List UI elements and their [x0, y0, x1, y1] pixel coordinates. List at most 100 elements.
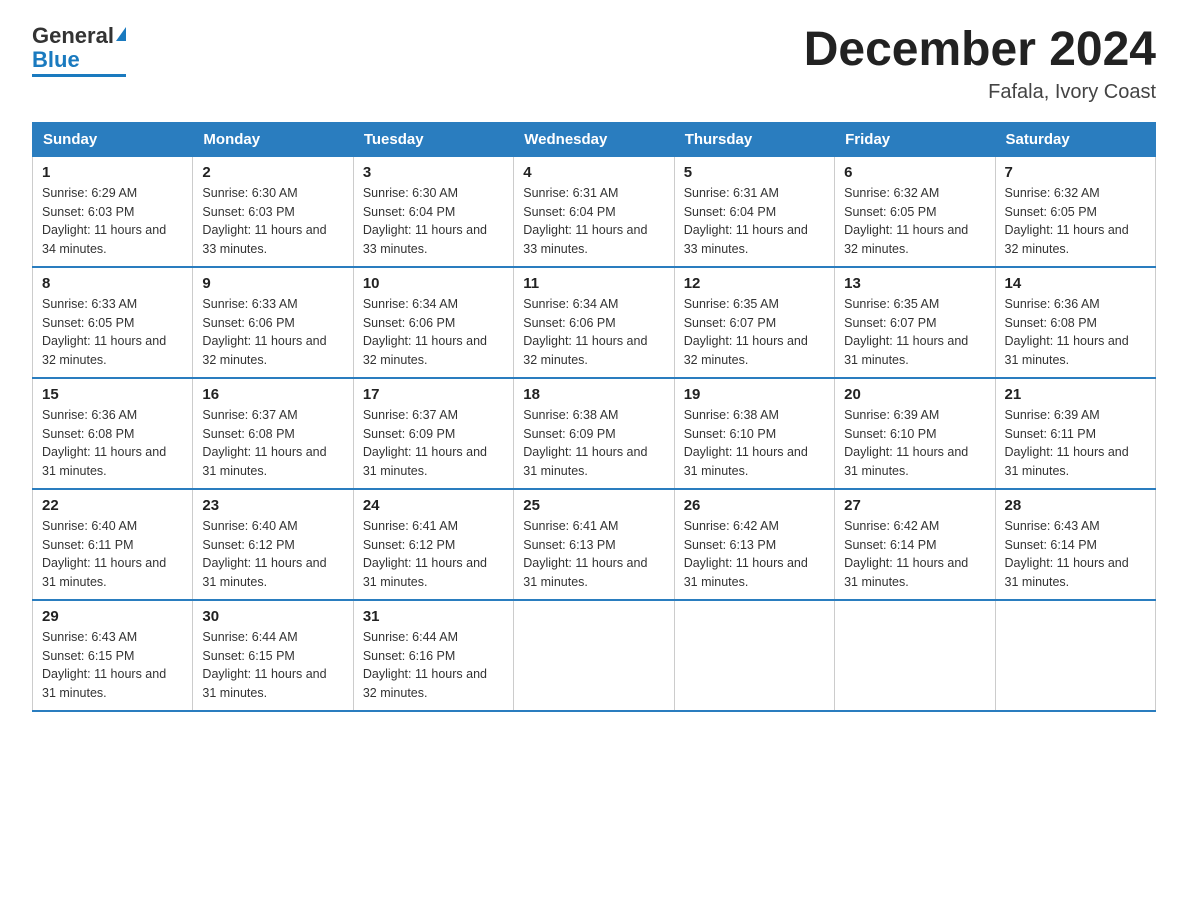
week-row-1: 1 Sunrise: 6:29 AMSunset: 6:03 PMDayligh… — [33, 156, 1156, 267]
day-number: 13 — [844, 275, 985, 292]
day-info: Sunrise: 6:39 AMSunset: 6:10 PMDaylight:… — [844, 406, 985, 481]
calendar-cell: 9 Sunrise: 6:33 AMSunset: 6:06 PMDayligh… — [193, 267, 353, 378]
calendar-header-row: Sunday Monday Tuesday Wednesday Thursday… — [33, 122, 1156, 156]
day-number: 21 — [1005, 386, 1146, 403]
day-number: 2 — [202, 164, 343, 181]
calendar-cell: 24 Sunrise: 6:41 AMSunset: 6:12 PMDaylig… — [353, 489, 513, 600]
day-info: Sunrise: 6:44 AMSunset: 6:16 PMDaylight:… — [363, 628, 504, 703]
day-number: 12 — [684, 275, 825, 292]
day-info: Sunrise: 6:31 AMSunset: 6:04 PMDaylight:… — [684, 184, 825, 259]
calendar-table: Sunday Monday Tuesday Wednesday Thursday… — [32, 122, 1156, 712]
calendar-cell: 3 Sunrise: 6:30 AMSunset: 6:04 PMDayligh… — [353, 156, 513, 267]
calendar-cell: 8 Sunrise: 6:33 AMSunset: 6:05 PMDayligh… — [33, 267, 193, 378]
day-info: Sunrise: 6:42 AMSunset: 6:13 PMDaylight:… — [684, 517, 825, 592]
day-info: Sunrise: 6:30 AMSunset: 6:03 PMDaylight:… — [202, 184, 343, 259]
day-info: Sunrise: 6:32 AMSunset: 6:05 PMDaylight:… — [1005, 184, 1146, 259]
calendar-cell: 30 Sunrise: 6:44 AMSunset: 6:15 PMDaylig… — [193, 600, 353, 711]
calendar-cell: 27 Sunrise: 6:42 AMSunset: 6:14 PMDaylig… — [835, 489, 995, 600]
week-row-2: 8 Sunrise: 6:33 AMSunset: 6:05 PMDayligh… — [33, 267, 1156, 378]
day-number: 17 — [363, 386, 504, 403]
day-info: Sunrise: 6:34 AMSunset: 6:06 PMDaylight:… — [363, 295, 504, 370]
calendar-cell: 13 Sunrise: 6:35 AMSunset: 6:07 PMDaylig… — [835, 267, 995, 378]
day-info: Sunrise: 6:37 AMSunset: 6:08 PMDaylight:… — [202, 406, 343, 481]
logo-general-text: General — [32, 24, 114, 48]
col-monday: Monday — [193, 122, 353, 156]
day-number: 31 — [363, 608, 504, 625]
day-number: 1 — [42, 164, 183, 181]
day-number: 25 — [523, 497, 664, 514]
calendar-cell — [835, 600, 995, 711]
calendar-cell: 11 Sunrise: 6:34 AMSunset: 6:06 PMDaylig… — [514, 267, 674, 378]
day-info: Sunrise: 6:32 AMSunset: 6:05 PMDaylight:… — [844, 184, 985, 259]
calendar-cell: 26 Sunrise: 6:42 AMSunset: 6:13 PMDaylig… — [674, 489, 834, 600]
calendar-cell: 14 Sunrise: 6:36 AMSunset: 6:08 PMDaylig… — [995, 267, 1155, 378]
col-wednesday: Wednesday — [514, 122, 674, 156]
calendar-cell: 4 Sunrise: 6:31 AMSunset: 6:04 PMDayligh… — [514, 156, 674, 267]
calendar-cell — [995, 600, 1155, 711]
day-info: Sunrise: 6:37 AMSunset: 6:09 PMDaylight:… — [363, 406, 504, 481]
calendar-cell: 15 Sunrise: 6:36 AMSunset: 6:08 PMDaylig… — [33, 378, 193, 489]
week-row-4: 22 Sunrise: 6:40 AMSunset: 6:11 PMDaylig… — [33, 489, 1156, 600]
day-number: 27 — [844, 497, 985, 514]
day-info: Sunrise: 6:44 AMSunset: 6:15 PMDaylight:… — [202, 628, 343, 703]
calendar-cell: 16 Sunrise: 6:37 AMSunset: 6:08 PMDaylig… — [193, 378, 353, 489]
day-info: Sunrise: 6:43 AMSunset: 6:15 PMDaylight:… — [42, 628, 183, 703]
day-info: Sunrise: 6:41 AMSunset: 6:12 PMDaylight:… — [363, 517, 504, 592]
day-number: 22 — [42, 497, 183, 514]
calendar-cell: 22 Sunrise: 6:40 AMSunset: 6:11 PMDaylig… — [33, 489, 193, 600]
day-info: Sunrise: 6:34 AMSunset: 6:06 PMDaylight:… — [523, 295, 664, 370]
day-info: Sunrise: 6:38 AMSunset: 6:10 PMDaylight:… — [684, 406, 825, 481]
week-row-5: 29 Sunrise: 6:43 AMSunset: 6:15 PMDaylig… — [33, 600, 1156, 711]
calendar-cell: 5 Sunrise: 6:31 AMSunset: 6:04 PMDayligh… — [674, 156, 834, 267]
day-info: Sunrise: 6:41 AMSunset: 6:13 PMDaylight:… — [523, 517, 664, 592]
week-row-3: 15 Sunrise: 6:36 AMSunset: 6:08 PMDaylig… — [33, 378, 1156, 489]
logo-underline — [32, 74, 126, 77]
day-number: 6 — [844, 164, 985, 181]
day-number: 10 — [363, 275, 504, 292]
day-number: 11 — [523, 275, 664, 292]
logo-blue-text: Blue — [32, 48, 80, 72]
calendar-cell: 1 Sunrise: 6:29 AMSunset: 6:03 PMDayligh… — [33, 156, 193, 267]
calendar-cell: 21 Sunrise: 6:39 AMSunset: 6:11 PMDaylig… — [995, 378, 1155, 489]
title-block: December 2024 Fafala, Ivory Coast — [804, 24, 1156, 104]
calendar-cell: 28 Sunrise: 6:43 AMSunset: 6:14 PMDaylig… — [995, 489, 1155, 600]
day-info: Sunrise: 6:33 AMSunset: 6:06 PMDaylight:… — [202, 295, 343, 370]
day-number: 15 — [42, 386, 183, 403]
day-info: Sunrise: 6:35 AMSunset: 6:07 PMDaylight:… — [684, 295, 825, 370]
day-info: Sunrise: 6:42 AMSunset: 6:14 PMDaylight:… — [844, 517, 985, 592]
calendar-cell: 23 Sunrise: 6:40 AMSunset: 6:12 PMDaylig… — [193, 489, 353, 600]
calendar-cell: 6 Sunrise: 6:32 AMSunset: 6:05 PMDayligh… — [835, 156, 995, 267]
day-number: 19 — [684, 386, 825, 403]
col-thursday: Thursday — [674, 122, 834, 156]
calendar-body: 1 Sunrise: 6:29 AMSunset: 6:03 PMDayligh… — [33, 156, 1156, 711]
day-info: Sunrise: 6:29 AMSunset: 6:03 PMDaylight:… — [42, 184, 183, 259]
day-info: Sunrise: 6:36 AMSunset: 6:08 PMDaylight:… — [42, 406, 183, 481]
day-info: Sunrise: 6:38 AMSunset: 6:09 PMDaylight:… — [523, 406, 664, 481]
calendar-cell: 18 Sunrise: 6:38 AMSunset: 6:09 PMDaylig… — [514, 378, 674, 489]
calendar-cell: 20 Sunrise: 6:39 AMSunset: 6:10 PMDaylig… — [835, 378, 995, 489]
calendar-title: December 2024 — [804, 24, 1156, 77]
page-header: General Blue December 2024 Fafala, Ivory… — [32, 24, 1156, 104]
day-info: Sunrise: 6:40 AMSunset: 6:12 PMDaylight:… — [202, 517, 343, 592]
day-number: 26 — [684, 497, 825, 514]
day-number: 29 — [42, 608, 183, 625]
day-number: 14 — [1005, 275, 1146, 292]
day-number: 5 — [684, 164, 825, 181]
day-number: 16 — [202, 386, 343, 403]
day-info: Sunrise: 6:40 AMSunset: 6:11 PMDaylight:… — [42, 517, 183, 592]
logo-triangle-icon — [116, 27, 126, 41]
col-tuesday: Tuesday — [353, 122, 513, 156]
logo: General Blue — [32, 24, 126, 77]
calendar-cell: 17 Sunrise: 6:37 AMSunset: 6:09 PMDaylig… — [353, 378, 513, 489]
col-saturday: Saturday — [995, 122, 1155, 156]
calendar-location: Fafala, Ivory Coast — [804, 81, 1156, 104]
calendar-cell: 29 Sunrise: 6:43 AMSunset: 6:15 PMDaylig… — [33, 600, 193, 711]
calendar-cell: 12 Sunrise: 6:35 AMSunset: 6:07 PMDaylig… — [674, 267, 834, 378]
calendar-cell: 31 Sunrise: 6:44 AMSunset: 6:16 PMDaylig… — [353, 600, 513, 711]
day-number: 7 — [1005, 164, 1146, 181]
day-info: Sunrise: 6:31 AMSunset: 6:04 PMDaylight:… — [523, 184, 664, 259]
col-friday: Friday — [835, 122, 995, 156]
day-number: 8 — [42, 275, 183, 292]
col-sunday: Sunday — [33, 122, 193, 156]
day-info: Sunrise: 6:30 AMSunset: 6:04 PMDaylight:… — [363, 184, 504, 259]
